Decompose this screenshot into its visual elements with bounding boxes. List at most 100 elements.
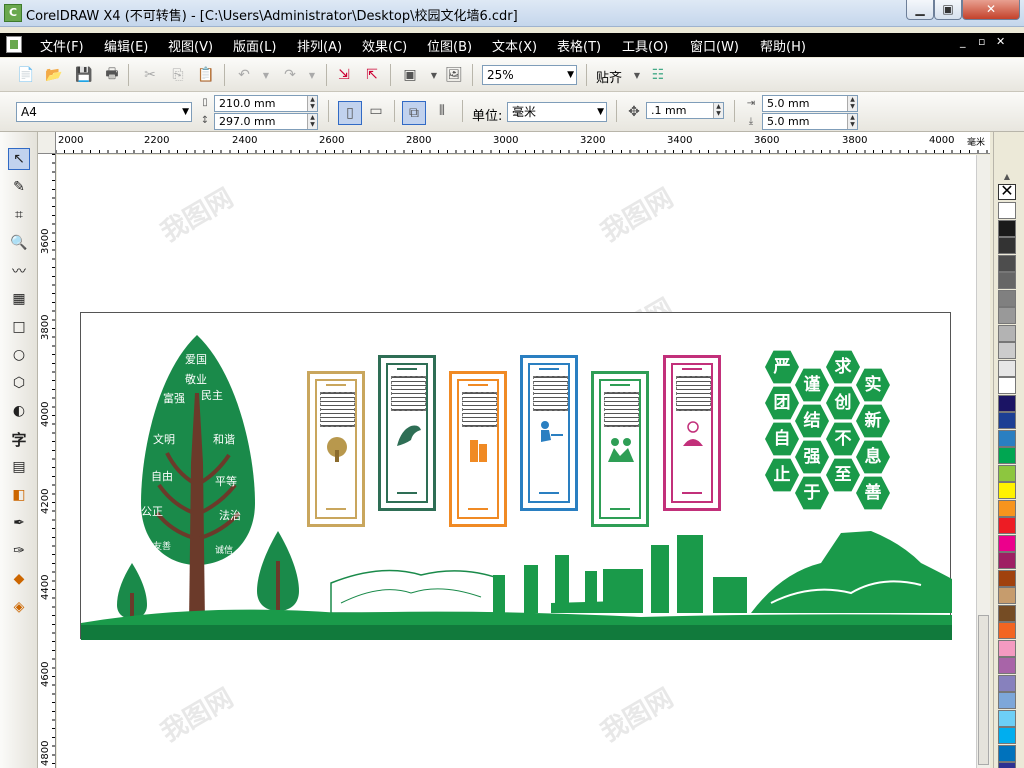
redo-icon[interactable]: ↷ <box>280 65 300 85</box>
color-swatch[interactable] <box>998 692 1016 709</box>
all-pages-button[interactable]: ⧉ <box>402 101 426 125</box>
launcher-dropdown-icon[interactable]: ▼ <box>424 65 444 85</box>
color-swatch[interactable] <box>998 744 1016 762</box>
menu-view[interactable]: 视图(V) <box>168 36 213 55</box>
print-icon[interactable]: 🖶 <box>102 65 122 85</box>
color-swatch[interactable] <box>998 272 1016 289</box>
zoom-level-select[interactable]: 25% ▼ <box>482 65 577 85</box>
application-launcher-icon[interactable]: ▣ <box>400 65 420 85</box>
menu-bitmaps[interactable]: 位图(B) <box>427 36 472 55</box>
color-swatch[interactable] <box>998 254 1016 272</box>
undo-icon[interactable]: ↶ <box>234 65 254 85</box>
current-page-button[interactable]: ⫴ <box>432 101 452 121</box>
redo-dropdown-icon[interactable]: ▼ <box>302 65 322 85</box>
page-size-select[interactable]: A4 ▼ <box>16 102 192 122</box>
culture-panel-1[interactable] <box>307 371 365 527</box>
interactive-fill-tool-icon[interactable]: ◈ <box>8 596 30 618</box>
color-swatch[interactable] <box>998 587 1016 604</box>
copy-icon[interactable]: ⎘ <box>168 65 188 85</box>
color-swatch[interactable] <box>998 639 1016 657</box>
no-color-swatch[interactable]: ✕ <box>998 183 1016 200</box>
basic-shapes-tool-icon[interactable]: ◐ <box>8 400 30 422</box>
vertical-ruler[interactable]: 3600 3800 4000 4200 4400 4600 4800 <box>38 154 56 768</box>
menu-window[interactable]: 窗口(W) <box>690 36 739 55</box>
color-swatch[interactable] <box>998 499 1016 517</box>
fill-tool-icon[interactable]: ◆ <box>8 568 30 590</box>
table-tool-icon[interactable]: ▤ <box>8 456 30 478</box>
menu-edit[interactable]: 编辑(E) <box>104 36 148 55</box>
culture-panel-2[interactable] <box>378 355 436 511</box>
options-icon[interactable]: ☷ <box>648 65 668 85</box>
document-icon[interactable] <box>6 36 22 53</box>
menu-arrange[interactable]: 排列(A) <box>297 36 342 55</box>
crop-tool-icon[interactable]: ⌗ <box>8 204 30 226</box>
duplicate-y-input[interactable]: 5.0 mm ▲ ▼ <box>762 113 858 130</box>
outline-tool-icon[interactable]: ✑ <box>8 540 30 562</box>
import-icon[interactable]: ⇲ <box>334 65 354 85</box>
portrait-button[interactable]: ▯ <box>338 101 362 125</box>
menu-effects[interactable]: 效果(C) <box>362 36 407 55</box>
welcome-screen-icon[interactable]: 🖼 <box>444 65 464 85</box>
new-document-icon[interactable]: 📄 <box>16 65 36 85</box>
culture-panel-3[interactable] <box>449 371 507 527</box>
cut-icon[interactable]: ✂ <box>140 65 160 85</box>
culture-wall-artboard[interactable]: 爱国 敬业 富强 民主 文明 和谐 自由 平等 公正 法治 友善 诚信 严 求 … <box>80 312 952 640</box>
blend-tool-icon[interactable]: ◧ <box>8 484 30 506</box>
color-swatch[interactable] <box>998 517 1016 534</box>
color-swatch[interactable] <box>998 569 1016 587</box>
color-swatch[interactable] <box>998 429 1016 447</box>
color-swatch[interactable] <box>998 324 1016 342</box>
paste-icon[interactable]: 📋 <box>196 65 216 85</box>
text-tool-icon[interactable]: 字 <box>8 428 30 450</box>
culture-panel-4[interactable] <box>520 355 578 511</box>
color-swatch[interactable] <box>998 727 1016 744</box>
doc-close-button[interactable]: ✕ <box>996 35 1005 48</box>
color-swatch[interactable] <box>998 447 1016 464</box>
color-swatch[interactable] <box>998 657 1016 674</box>
color-swatch[interactable] <box>998 622 1016 639</box>
page-width-input[interactable]: 210.0 mm ▲ ▼ <box>214 95 318 112</box>
skyline-greatwall-graphic[interactable] <box>81 513 952 640</box>
minimize-button[interactable]: ▁ <box>906 0 934 20</box>
color-swatch[interactable] <box>998 342 1016 359</box>
color-swatch[interactable] <box>998 412 1016 429</box>
color-swatch[interactable] <box>998 237 1016 254</box>
freehand-tool-icon[interactable]: 〰 <box>8 260 30 282</box>
coreldraw-app-icon[interactable]: C <box>4 4 22 22</box>
open-folder-icon[interactable]: 📂 <box>44 65 64 85</box>
zoom-tool-icon[interactable]: 🔍 <box>8 232 30 254</box>
export-icon[interactable]: ⇱ <box>362 65 382 85</box>
doc-restore-button[interactable]: ▫ <box>978 35 985 48</box>
color-swatch[interactable] <box>998 464 1016 482</box>
culture-panel-5[interactable] <box>591 371 649 527</box>
landscape-button[interactable]: ▭ <box>366 101 386 121</box>
color-swatch[interactable] <box>998 534 1016 552</box>
color-swatch[interactable] <box>998 359 1016 377</box>
culture-panel-6[interactable] <box>663 355 721 511</box>
color-swatch[interactable] <box>998 674 1016 692</box>
eyedropper-tool-icon[interactable]: ✒ <box>8 512 30 534</box>
color-swatch[interactable] <box>998 762 1016 768</box>
duplicate-x-input[interactable]: 5.0 mm ▲ ▼ <box>762 95 858 112</box>
snap-dropdown-icon[interactable]: ▼ <box>627 65 647 85</box>
shape-tool-icon[interactable]: ✎ <box>8 176 30 198</box>
polygon-tool-icon[interactable]: ⬡ <box>8 372 30 394</box>
menu-text[interactable]: 文本(X) <box>492 36 537 55</box>
color-swatch[interactable] <box>998 219 1016 237</box>
vertical-scrollbar[interactable] <box>976 155 990 768</box>
rectangle-tool-icon[interactable]: □ <box>8 316 30 338</box>
snap-to-button[interactable]: 贴齐 <box>596 67 622 86</box>
menu-file[interactable]: 文件(F) <box>40 36 84 55</box>
drawing-canvas[interactable]: 我图网 我图网 我图网 我图网 我图网 爱国 敬业 富强 民主 文明 和谐 自由… <box>57 155 976 768</box>
horizontal-ruler[interactable]: 2000 2200 2400 2600 2800 3000 3200 3400 … <box>38 132 990 154</box>
maximize-button[interactable]: ▣ <box>934 0 962 20</box>
close-button[interactable]: ✕ <box>962 0 1020 20</box>
undo-dropdown-icon[interactable]: ▼ <box>256 65 276 85</box>
color-swatch[interactable] <box>998 377 1016 394</box>
color-swatch[interactable] <box>998 289 1016 307</box>
color-swatch[interactable] <box>998 482 1016 499</box>
color-swatch[interactable] <box>998 394 1016 412</box>
menu-help[interactable]: 帮助(H) <box>760 36 806 55</box>
scrollbar-thumb[interactable] <box>978 615 989 765</box>
color-swatch[interactable] <box>998 552 1016 569</box>
